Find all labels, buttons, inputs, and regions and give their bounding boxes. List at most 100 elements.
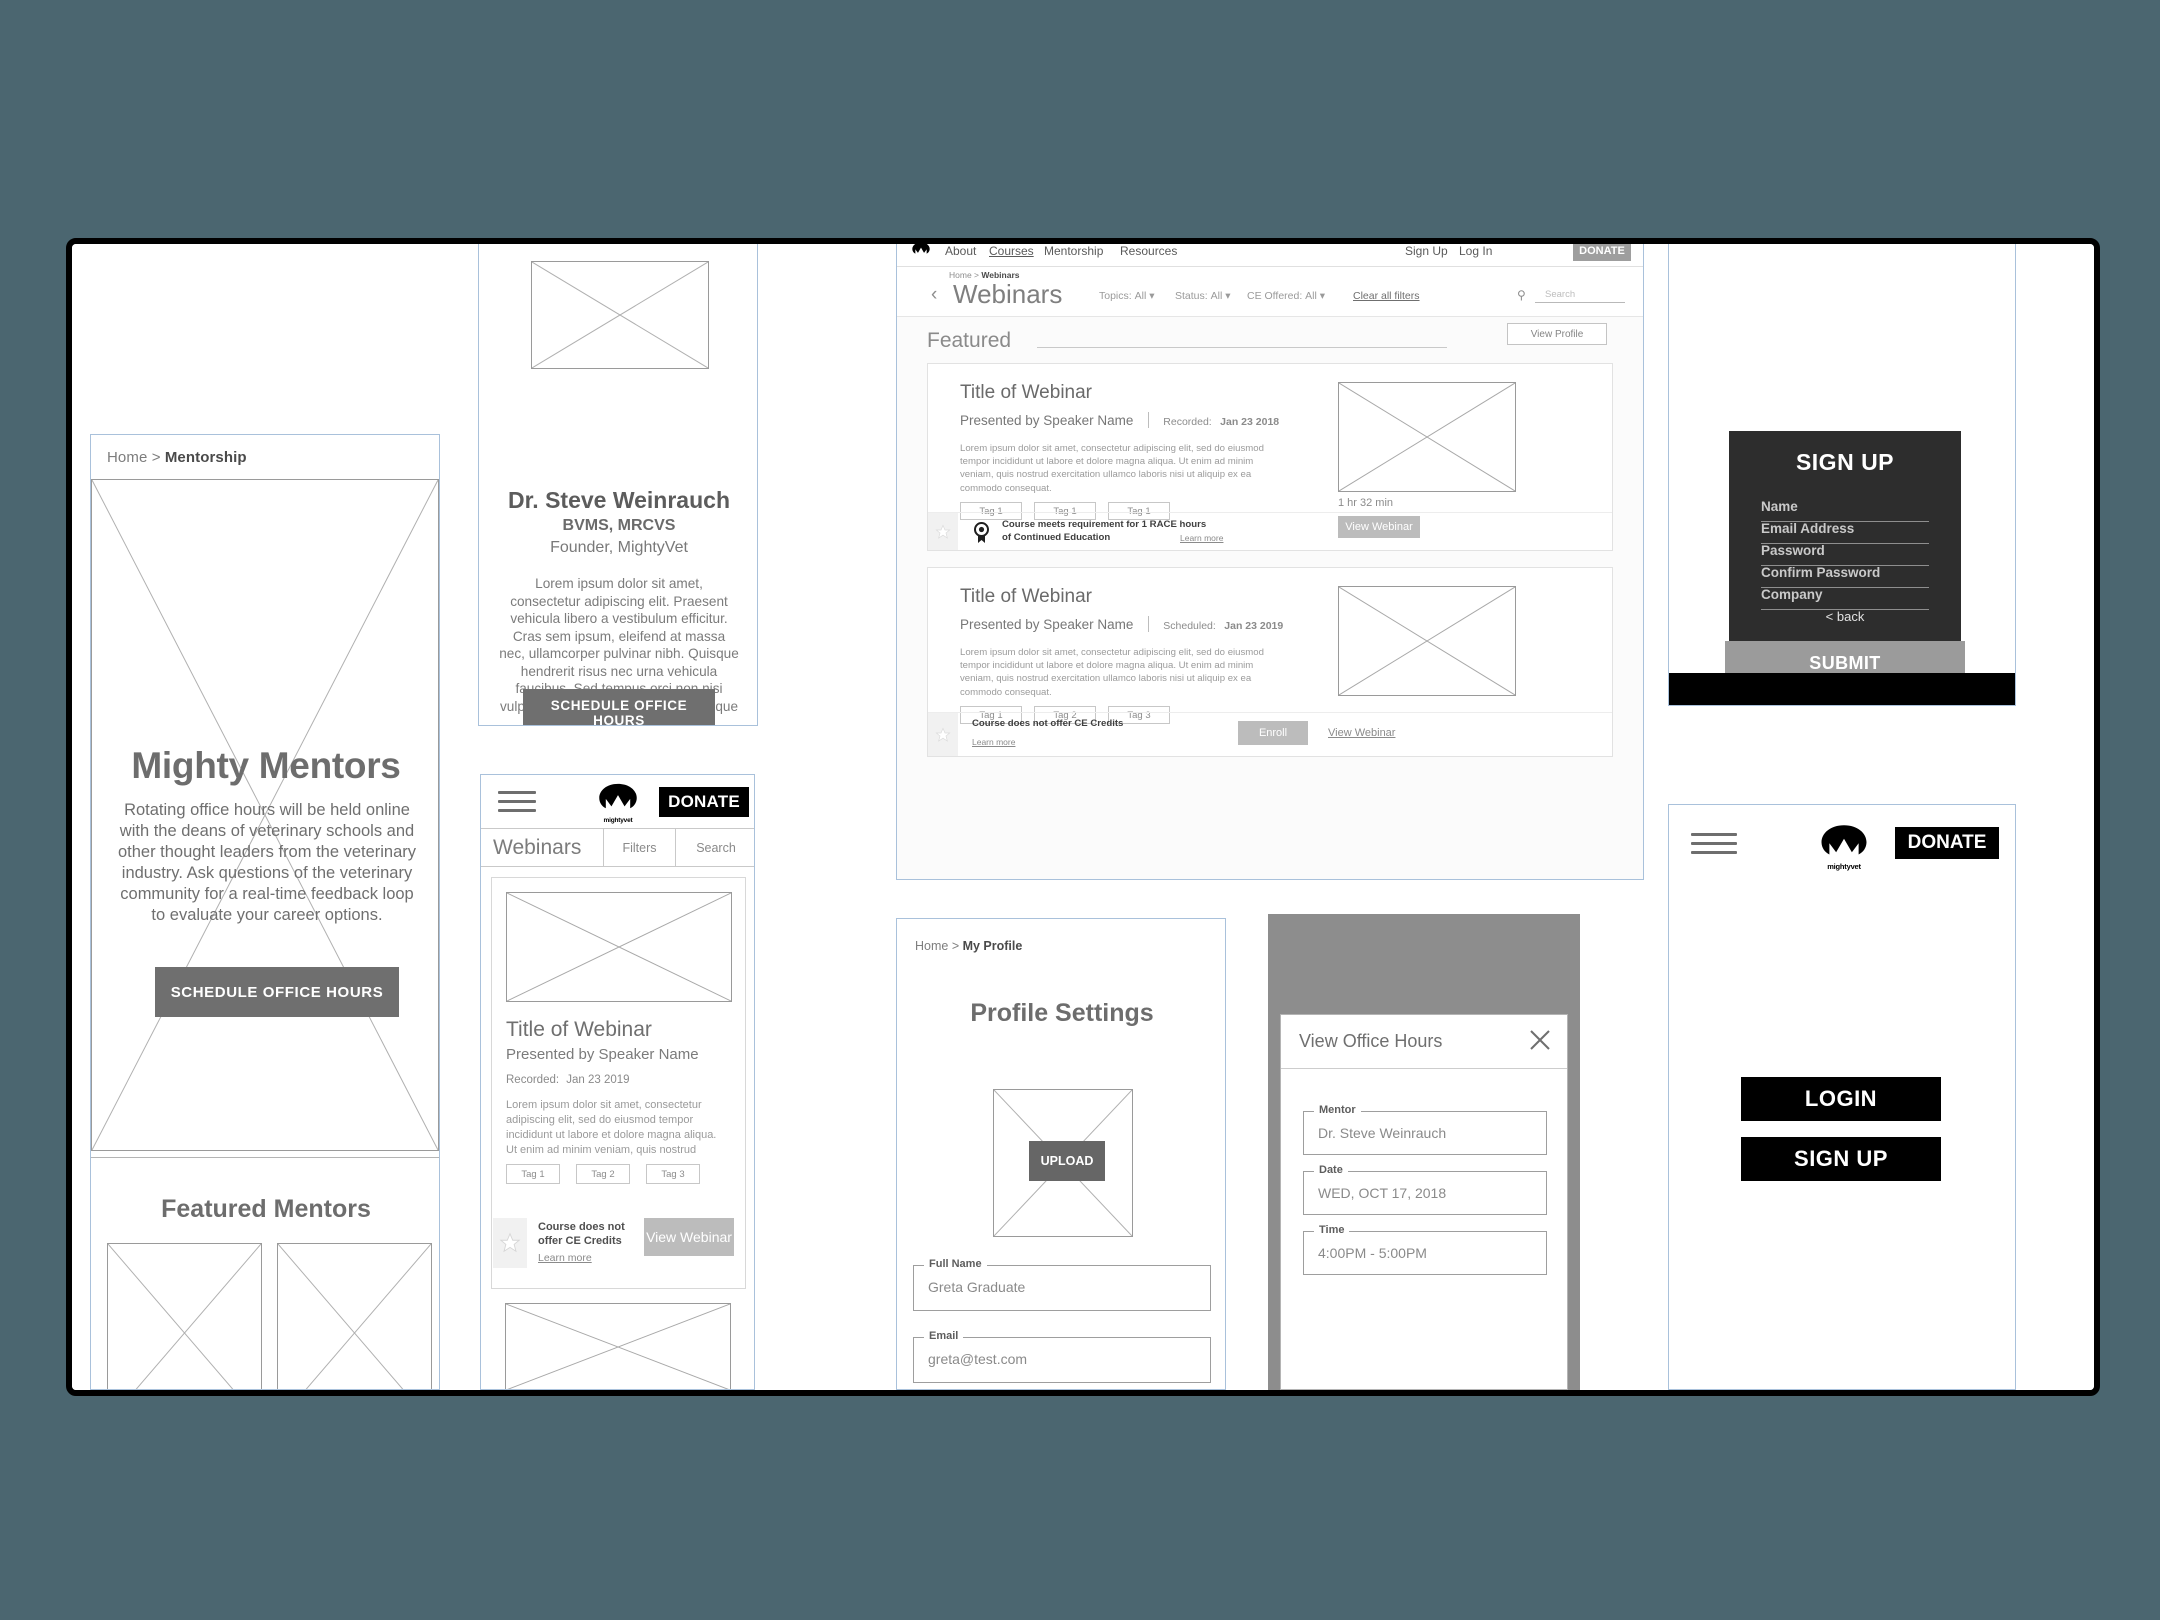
mightyvet-logo-icon[interactable] xyxy=(911,244,931,260)
filter-status[interactable]: Status: All ▾ xyxy=(1175,290,1230,302)
mentor-role: Founder, MightyVet xyxy=(550,539,688,556)
webinar-date-label: Recorded: xyxy=(1163,416,1212,428)
view-webinar-button[interactable]: View Webinar xyxy=(644,1218,734,1256)
signup-button[interactable]: SIGN UP xyxy=(1741,1137,1941,1181)
search-button[interactable]: Search xyxy=(675,829,754,866)
mentor-card[interactable] xyxy=(277,1243,432,1389)
breadcrumb-home[interactable]: Home xyxy=(107,449,147,466)
mightyvet-logo[interactable]: mightyvet xyxy=(1817,823,1871,871)
webinar-thumbnail-placeholder xyxy=(505,1303,731,1389)
view-webinar-link[interactable]: View Webinar xyxy=(1328,727,1395,739)
search-placeholder: Search xyxy=(1545,289,1576,300)
mentor-card[interactable] xyxy=(107,1243,262,1389)
ce-note: Course meets requirement for 1 RACE hour… xyxy=(1002,519,1206,544)
name-field[interactable]: Name xyxy=(1761,499,1929,522)
filter-status-label: Status: xyxy=(1175,290,1208,302)
enroll-button[interactable]: Enroll xyxy=(1238,721,1308,745)
email-field[interactable]: Email greta@test.com xyxy=(913,1330,1211,1383)
ce-medal-icon xyxy=(972,522,991,543)
webinar-tag[interactable]: Tag 3 xyxy=(646,1164,700,1184)
ce-note-line1: Course meets requirement for 1 RACE hour… xyxy=(1002,519,1207,530)
favorite-star-icon[interactable] xyxy=(493,1218,527,1268)
ce-note-line2: offer CE Credits xyxy=(538,1235,622,1247)
filter-topics[interactable]: Topics: All ▾ xyxy=(1099,290,1154,302)
learn-more-link[interactable]: Learn more xyxy=(1180,533,1223,543)
webinar-duration: 1 hr 32 min xyxy=(1338,497,1394,509)
footer-bar xyxy=(1669,673,2015,705)
chevron-down-icon[interactable]: ▾ xyxy=(1225,290,1230,302)
webinar-byline: Presented by Speaker Name Scheduled: Jan… xyxy=(960,616,1283,634)
login-button[interactable]: LOGIN xyxy=(1741,1077,1941,1121)
webinar-date-label: Recorded: xyxy=(506,1074,560,1086)
hamburger-menu-icon[interactable] xyxy=(1691,833,1737,859)
date-field[interactable]: Date WED, OCT 17, 2018 xyxy=(1303,1164,1547,1215)
confirm-password-field[interactable]: Confirm Password xyxy=(1761,565,1929,588)
learn-more-link[interactable]: Learn more xyxy=(538,1252,592,1264)
back-link[interactable]: < back xyxy=(1729,609,1961,624)
time-value: 4:00PM - 5:00PM xyxy=(1318,1245,1427,1261)
nav-signup-link[interactable]: Sign Up xyxy=(1405,244,1448,258)
nav-item-resources[interactable]: Resources xyxy=(1120,244,1177,258)
page-title: Profile Settings xyxy=(970,999,1154,1027)
desktop-navbar: About Courses Mentorship Resources Sign … xyxy=(897,244,1643,267)
webinars-page-header: Home > Webinars ‹ Webinars Topics: All ▾… xyxy=(897,267,1643,317)
mentor-field[interactable]: Mentor Dr. Steve Weinrauch xyxy=(1303,1104,1547,1155)
donate-button[interactable]: DONATE xyxy=(659,787,749,817)
close-icon[interactable] xyxy=(1527,1027,1553,1053)
chevron-down-icon[interactable]: ▾ xyxy=(1149,290,1154,302)
donate-button[interactable]: DONATE xyxy=(1573,244,1631,261)
nav-item-about[interactable]: About xyxy=(945,244,976,258)
webinar-thumbnail-placeholder xyxy=(506,892,732,1002)
ce-note-line2: of Continued Education xyxy=(1002,531,1111,543)
mentor-value: Dr. Steve Weinrauch xyxy=(1318,1125,1447,1141)
time-field[interactable]: Time 4:00PM - 5:00PM xyxy=(1303,1224,1547,1275)
filters-button[interactable]: Filters xyxy=(603,829,675,866)
favorite-star-icon[interactable] xyxy=(928,513,958,550)
mightyvet-logo[interactable]: mightyvet xyxy=(595,782,641,824)
webinar-tag[interactable]: Tag 1 xyxy=(506,1164,560,1184)
filter-ce-offered[interactable]: CE Offered: All ▾ xyxy=(1247,290,1325,302)
back-chevron-icon[interactable]: ‹ xyxy=(931,284,937,306)
featured-section-label: Featured xyxy=(927,329,1012,352)
breadcrumb-home[interactable]: Home xyxy=(915,939,948,953)
view-profile-button[interactable]: View Profile xyxy=(1507,323,1607,345)
webinar-tag[interactable]: Tag 2 xyxy=(576,1164,630,1184)
webinar-card[interactable]: Title of Webinar Presented by Speaker Na… xyxy=(491,877,746,1289)
filter-ce-label: CE Offered: xyxy=(1247,290,1303,302)
favorite-star-icon[interactable] xyxy=(928,713,958,756)
panel-desktop-webinars: About Courses Mentorship Resources Sign … xyxy=(896,244,1644,880)
donate-button[interactable]: DONATE xyxy=(1895,827,1999,859)
webinar-speaker: Presented by Speaker Name xyxy=(960,413,1134,428)
learn-more-link[interactable]: Learn more xyxy=(972,737,1015,747)
modal-title: View Office Hours xyxy=(1299,1031,1443,1051)
ce-note-line1: Course does not offer CE Credits xyxy=(972,718,1124,729)
breadcrumb: Home > My Profile xyxy=(915,939,1022,953)
mentor-credentials: BVMS, MRCVS xyxy=(562,517,676,534)
breadcrumb: Home > Mentorship xyxy=(91,435,439,466)
mentor-portrait-placeholder xyxy=(531,261,709,369)
schedule-office-hours-button[interactable]: SCHEDULE OFFICE HOURS xyxy=(155,967,399,1017)
date-value: WED, OCT 17, 2018 xyxy=(1318,1185,1447,1201)
password-field[interactable]: Password xyxy=(1761,543,1929,566)
upload-button[interactable]: UPLOAD xyxy=(1029,1141,1105,1181)
webinar-card[interactable]: Title of Webinar Presented by Speaker Na… xyxy=(927,567,1613,757)
chevron-down-icon[interactable]: ▾ xyxy=(1320,290,1325,302)
full-name-field[interactable]: Full Name Greta Graduate xyxy=(913,1258,1211,1311)
company-field[interactable]: Company xyxy=(1761,587,1929,610)
nav-login-link[interactable]: Log In xyxy=(1459,244,1492,258)
breadcrumb-current: My Profile xyxy=(962,939,1023,953)
nav-item-courses[interactable]: Courses xyxy=(989,244,1034,258)
email-field[interactable]: Email Address xyxy=(1761,521,1929,544)
signup-title: SIGN UP xyxy=(1795,449,1895,475)
page-description: Rotating office hours will be held onlin… xyxy=(117,801,417,924)
webinar-date-label: Scheduled: xyxy=(1163,620,1216,632)
webinar-date-value: Jan 23 2018 xyxy=(1220,416,1280,428)
view-office-hours-modal: View Office Hours Mentor Dr. Steve Weinr… xyxy=(1280,1014,1568,1390)
hamburger-menu-icon[interactable] xyxy=(498,791,536,813)
clear-all-filters-link[interactable]: Clear all filters xyxy=(1353,290,1420,302)
webinar-card[interactable]: Title of Webinar Presented by Speaker Na… xyxy=(927,363,1613,551)
search-box[interactable]: ⚲ Search xyxy=(1517,287,1627,305)
nav-item-mentorship[interactable]: Mentorship xyxy=(1044,244,1103,258)
sheet-inner: Home > Mentorship Mighty Mentors Rotatin… xyxy=(72,244,2094,1390)
schedule-office-hours-button[interactable]: SCHEDULE OFFICE HOURS xyxy=(523,689,715,725)
